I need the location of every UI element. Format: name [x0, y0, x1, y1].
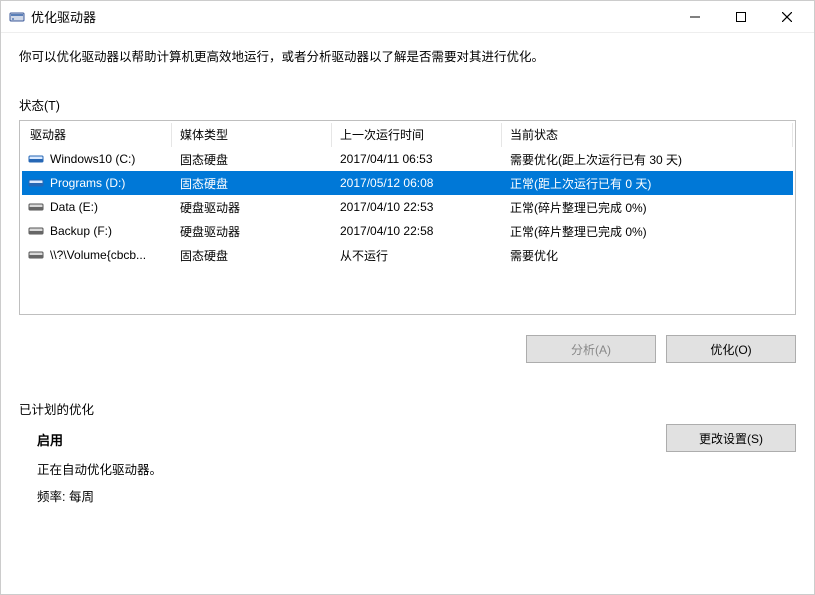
table-row[interactable]: Data (E:) 硬盘驱动器2017/04/10 22:53正常(碎片整理已完成… [22, 195, 793, 219]
content: 你可以优化驱动器以帮助计算机更高效地运行，或者分析驱动器以了解是否需要对其进行优… [1, 33, 814, 594]
cell-media-type: 硬盘驱动器 [172, 220, 332, 243]
cell-last-run: 从不运行 [332, 244, 502, 267]
maximize-button[interactable] [718, 1, 764, 33]
drive-name: Programs (D:) [50, 176, 125, 190]
schedule-freq-label: 频率: [37, 490, 65, 504]
app-icon [9, 9, 25, 25]
drive-icon [28, 247, 44, 263]
col-header-status[interactable]: 当前状态 [502, 123, 793, 147]
optimize-button[interactable]: 优化(O) [666, 335, 796, 363]
drive-name: Data (E:) [50, 200, 98, 214]
cell-drive: Data (E:) [22, 196, 172, 218]
schedule-description: 正在自动优化驱动器。 [37, 459, 666, 478]
cell-current-status: 需要优化(距上次运行已有 30 天) [502, 148, 793, 171]
drive-list: 驱动器 媒体类型 上一次运行时间 当前状态 Windows10 (C:) 固态硬盘… [19, 120, 796, 315]
analyze-button[interactable]: 分析(A) [526, 335, 656, 363]
col-header-media[interactable]: 媒体类型 [172, 123, 332, 147]
cell-drive: Programs (D:) [22, 172, 172, 194]
schedule-freq-value: 每周 [69, 490, 94, 504]
cell-current-status: 正常(距上次运行已有 0 天) [502, 172, 793, 195]
cell-drive: Windows10 (C:) [22, 148, 172, 170]
action-buttons: 分析(A) 优化(O) [19, 335, 796, 363]
minimize-button[interactable] [672, 1, 718, 33]
drive-name: Backup (F:) [50, 224, 112, 238]
cell-drive: \\?\Volume{cbcb... [22, 244, 172, 266]
cell-media-type: 固态硬盘 [172, 148, 332, 171]
status-section-label: 状态(T) [19, 95, 796, 114]
change-settings-button[interactable]: 更改设置(S) [666, 424, 796, 452]
schedule-enabled-label: 启用 [37, 430, 666, 449]
cell-media-type: 硬盘驱动器 [172, 196, 332, 219]
schedule-section-label: 已计划的优化 [19, 399, 796, 418]
drive-icon [28, 223, 44, 239]
drive-name: \\?\Volume{cbcb... [50, 248, 146, 262]
col-header-drive[interactable]: 驱动器 [22, 123, 172, 147]
drive-icon [28, 175, 44, 191]
description-text: 你可以优化驱动器以帮助计算机更高效地运行，或者分析驱动器以了解是否需要对其进行优… [19, 47, 796, 67]
titlebar: 优化驱动器 [1, 1, 814, 33]
drive-icon [28, 199, 44, 215]
drive-name: Windows10 (C:) [50, 152, 135, 166]
close-button[interactable] [764, 1, 810, 33]
cell-last-run: 2017/05/12 06:08 [332, 173, 502, 193]
window-controls [672, 1, 810, 33]
cell-last-run: 2017/04/10 22:53 [332, 197, 502, 217]
cell-current-status: 正常(碎片整理已完成 0%) [502, 220, 793, 243]
table-row[interactable]: Programs (D:) 固态硬盘2017/05/12 06:08正常(距上次运… [22, 171, 793, 195]
cell-current-status: 需要优化 [502, 244, 793, 267]
cell-media-type: 固态硬盘 [172, 244, 332, 267]
cell-current-status: 正常(碎片整理已完成 0%) [502, 196, 793, 219]
list-header: 驱动器 媒体类型 上一次运行时间 当前状态 [22, 123, 793, 147]
drive-icon [28, 151, 44, 167]
cell-drive: Backup (F:) [22, 220, 172, 242]
schedule-frequency: 频率: 每周 [37, 486, 666, 505]
table-row[interactable]: \\?\Volume{cbcb... 固态硬盘从不运行需要优化 [22, 243, 793, 267]
table-row[interactable]: Windows10 (C:) 固态硬盘2017/04/11 06:53需要优化(距… [22, 147, 793, 171]
col-header-lastrun[interactable]: 上一次运行时间 [332, 123, 502, 147]
window-title: 优化驱动器 [31, 7, 96, 26]
cell-last-run: 2017/04/10 22:58 [332, 221, 502, 241]
cell-media-type: 固态硬盘 [172, 172, 332, 195]
table-row[interactable]: Backup (F:) 硬盘驱动器2017/04/10 22:58正常(碎片整理已… [22, 219, 793, 243]
cell-last-run: 2017/04/11 06:53 [332, 149, 502, 169]
